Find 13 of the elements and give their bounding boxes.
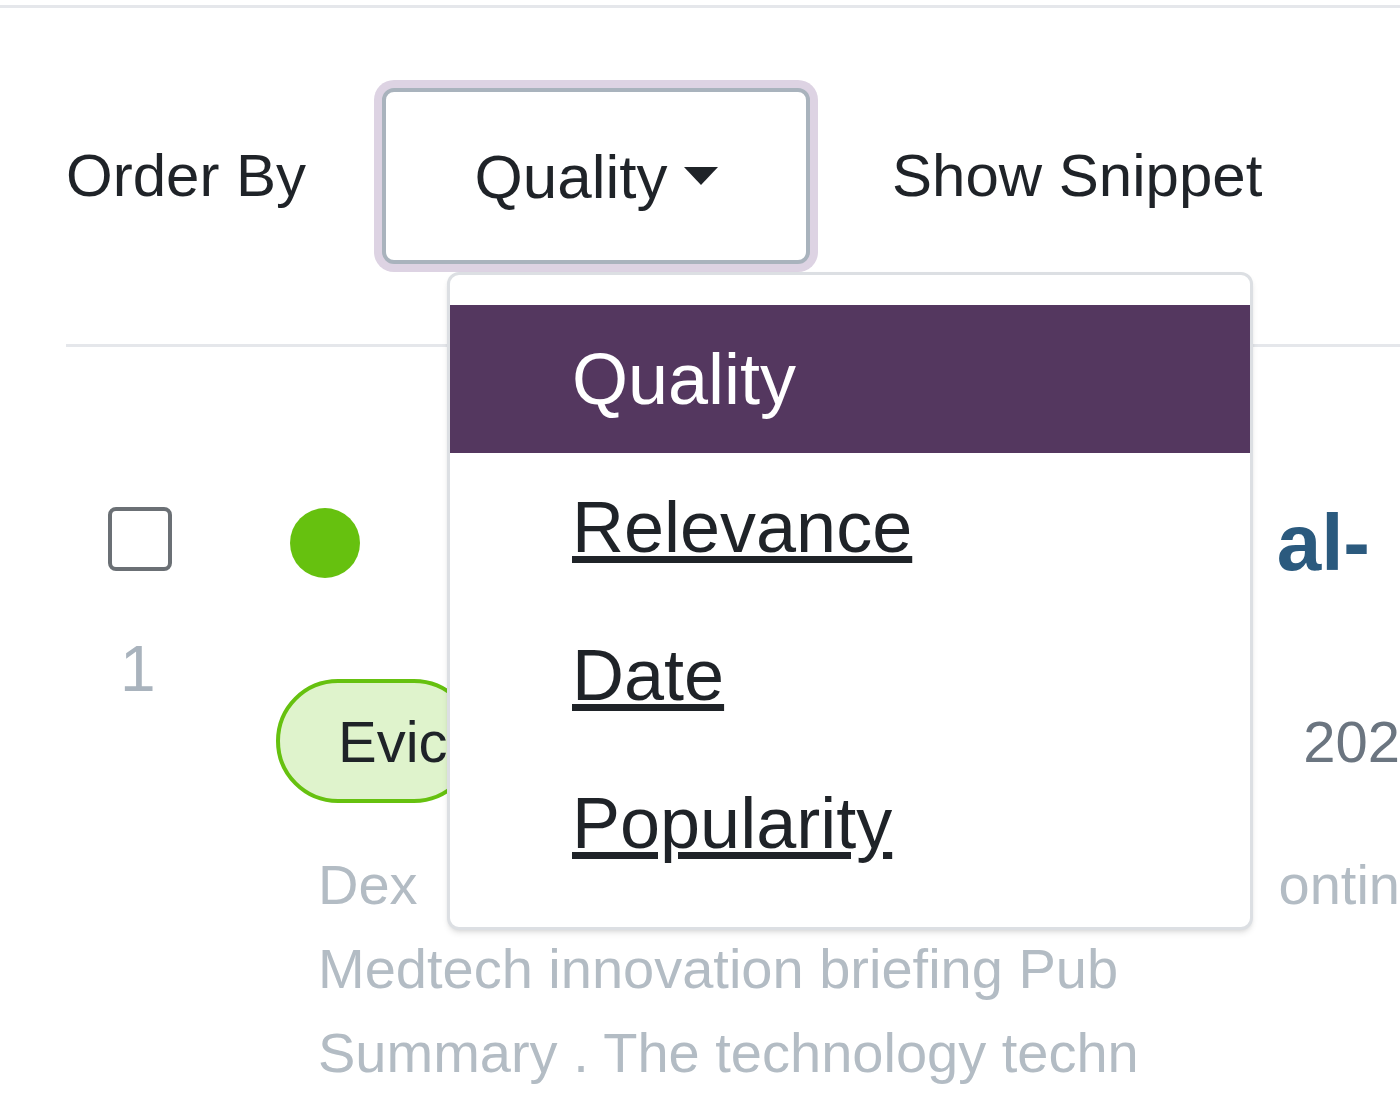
snippet-text: Summary . The technology techn [318,1020,1139,1086]
order-menu-item[interactable]: Relevance [450,453,1250,601]
caret-icon [683,167,718,185]
result-title[interactable]: al- [1276,503,1370,583]
snippet-text: Medtech innovation briefing Pub [318,936,1119,1002]
show-snippets-label[interactable]: Show Snippet [892,131,1263,221]
order-menu-item[interactable]: Quality [450,305,1250,453]
order-by-label: Order By [66,141,307,211]
snippet-text: ontin [1278,852,1400,918]
result-checkbox[interactable] [108,507,172,571]
snippet-text: Dex [318,852,418,918]
result-year: 202 [1303,707,1400,776]
result-index: 1 [120,632,157,707]
